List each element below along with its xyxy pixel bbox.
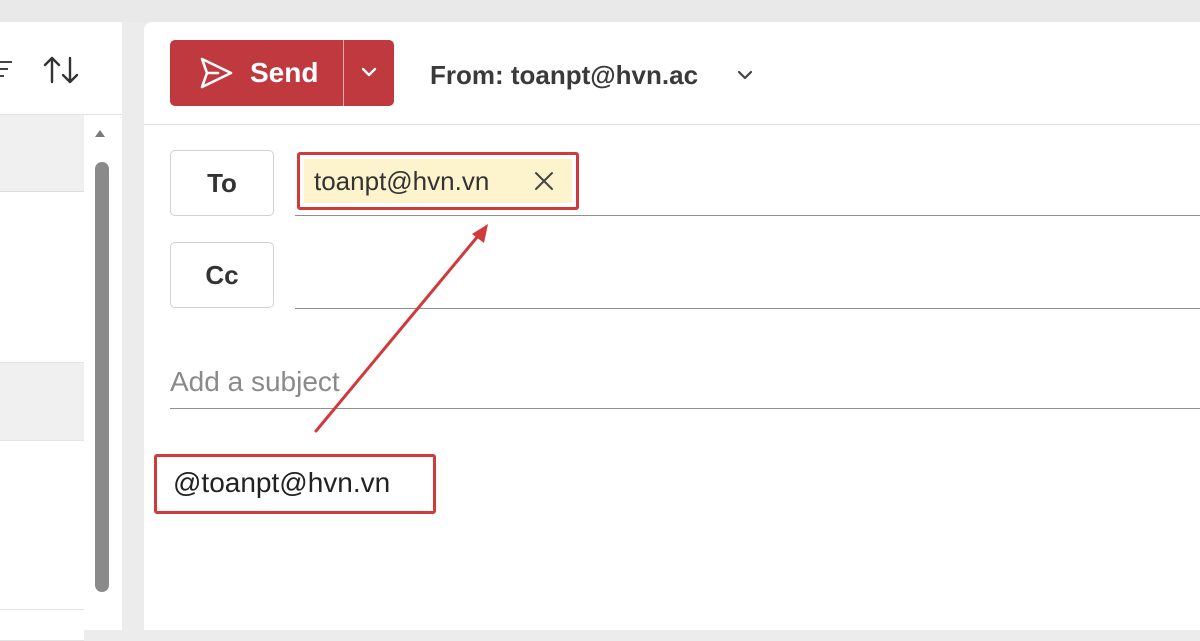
- from-account-selector[interactable]: From: toanpt@hvn.ac: [430, 58, 753, 92]
- window-top-bar: [0, 0, 1200, 22]
- send-split-button: Send: [170, 40, 394, 106]
- list-scrollbar-thumb[interactable]: [95, 162, 109, 592]
- list-item[interactable]: [0, 441, 84, 610]
- chevron-down-icon: [737, 70, 753, 80]
- close-icon[interactable]: [532, 169, 556, 193]
- send-label: Send: [250, 57, 319, 88]
- compose-pane: Send From: toanpt@hvn.ac To Cc toanpt@hv…: [144, 22, 1200, 630]
- from-label: From: toanpt@hvn.ac: [430, 60, 699, 90]
- list-item[interactable]: [0, 610, 84, 641]
- list-toolbar: [0, 22, 122, 114]
- recipient-chip[interactable]: toanpt@hvn.vn: [304, 159, 572, 203]
- list-item[interactable]: [0, 192, 84, 363]
- recipient-chip-highlight: toanpt@hvn.vn: [297, 152, 579, 210]
- to-button[interactable]: To: [170, 150, 274, 216]
- send-icon: [200, 57, 233, 89]
- subject-input[interactable]: [170, 356, 1200, 408]
- send-button[interactable]: Send: [170, 40, 343, 106]
- sort-icon[interactable]: [42, 52, 82, 88]
- chevron-down-icon: [361, 67, 377, 77]
- cc-field[interactable]: [295, 308, 1200, 309]
- list-item[interactable]: [0, 363, 84, 441]
- message-list-pane: [0, 22, 122, 641]
- send-options-button[interactable]: [344, 40, 394, 106]
- header-divider: [144, 124, 1200, 125]
- scroll-up-arrow-icon[interactable]: [95, 130, 105, 137]
- subject-underline: [170, 408, 1200, 409]
- cc-button[interactable]: Cc: [170, 242, 274, 308]
- recipient-email: toanpt@hvn.vn: [314, 166, 490, 196]
- filter-icon[interactable]: [0, 58, 14, 82]
- body-mention-highlight: @toanpt@hvn.vn: [154, 454, 436, 514]
- body-mention[interactable]: @toanpt@hvn.vn: [173, 466, 390, 500]
- list-item[interactable]: [0, 115, 84, 192]
- to-field[interactable]: [295, 215, 1200, 216]
